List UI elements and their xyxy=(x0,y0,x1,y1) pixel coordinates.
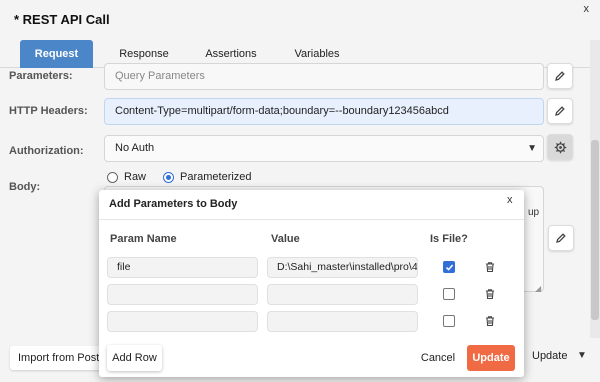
edit-parameters-button[interactable] xyxy=(547,63,573,89)
rest-api-call-window: * REST API Call x Request Response Asser… xyxy=(0,0,600,382)
column-header-value: Value xyxy=(271,233,300,245)
title-bar: * REST API Call x xyxy=(0,0,600,40)
param-name-input[interactable]: file xyxy=(107,257,258,278)
is-file-checkbox[interactable] xyxy=(443,261,455,273)
tab-request[interactable]: Request xyxy=(20,40,93,68)
radio-button xyxy=(107,171,118,183)
body-parameterized-radio[interactable]: Parameterized xyxy=(163,171,252,183)
trash-icon[interactable] xyxy=(484,288,496,300)
add-parameters-modal: Add Parameters to Body x Param Name Valu… xyxy=(99,190,524,377)
http-headers-label: HTTP Headers: xyxy=(9,105,88,117)
window-title: * REST API Call xyxy=(14,12,110,27)
edit-headers-button[interactable] xyxy=(547,98,573,124)
modal-header: Add Parameters to Body x xyxy=(99,190,524,220)
body-raw-radio[interactable]: Raw xyxy=(107,171,146,183)
update-button[interactable]: Update xyxy=(467,345,515,371)
authorization-select[interactable]: No Auth ▼ xyxy=(104,135,544,162)
resize-grip-icon[interactable]: ◢ xyxy=(535,284,541,293)
param-name-input[interactable] xyxy=(107,284,258,305)
body-label: Body: xyxy=(9,181,41,193)
cancel-button[interactable]: Cancel xyxy=(416,345,460,371)
radio-button-selected xyxy=(163,171,174,183)
column-header-is-file: Is File? xyxy=(430,233,468,245)
check-icon xyxy=(445,263,453,271)
is-file-checkbox[interactable] xyxy=(443,288,455,300)
bottom-update-button[interactable]: Update xyxy=(532,346,567,366)
body-partial-text: up xyxy=(528,207,540,218)
edit-body-button[interactable] xyxy=(548,225,574,251)
trash-icon[interactable] xyxy=(484,261,496,273)
auth-settings-button[interactable] xyxy=(547,134,573,160)
column-header-param-name: Param Name xyxy=(110,233,177,245)
gear-icon xyxy=(554,141,566,153)
modal-close-icon[interactable]: x xyxy=(507,194,513,206)
parameters-label: Parameters: xyxy=(9,70,73,82)
trash-icon[interactable] xyxy=(484,315,496,327)
body-parameterized-label: Parameterized xyxy=(180,171,252,183)
pencil-icon xyxy=(555,71,565,81)
param-name-input[interactable] xyxy=(107,311,258,332)
param-value-input[interactable]: D:\Sahi_master\installed\pro\45 xyxy=(267,257,418,278)
authorization-value: No Auth xyxy=(115,142,155,154)
scrollbar-thumb[interactable] xyxy=(591,140,599,320)
authorization-label: Authorization: xyxy=(9,145,84,157)
modal-title: Add Parameters to Body xyxy=(109,198,238,210)
http-headers-field[interactable]: Content-Type=multipart/form-data;boundar… xyxy=(104,98,544,125)
pencil-icon xyxy=(556,233,566,243)
chevron-down-icon: ▼ xyxy=(527,143,537,154)
param-value-input[interactable] xyxy=(267,284,418,305)
is-file-checkbox[interactable] xyxy=(443,315,455,327)
query-parameters-field[interactable]: Query Parameters xyxy=(104,63,544,90)
param-value-input[interactable] xyxy=(267,311,418,332)
window-close-icon[interactable]: x xyxy=(584,3,590,15)
chevron-down-icon[interactable]: ▼ xyxy=(577,346,587,366)
pencil-icon xyxy=(555,106,565,116)
body-raw-label: Raw xyxy=(124,171,147,183)
add-row-button[interactable]: Add Row xyxy=(107,345,162,371)
